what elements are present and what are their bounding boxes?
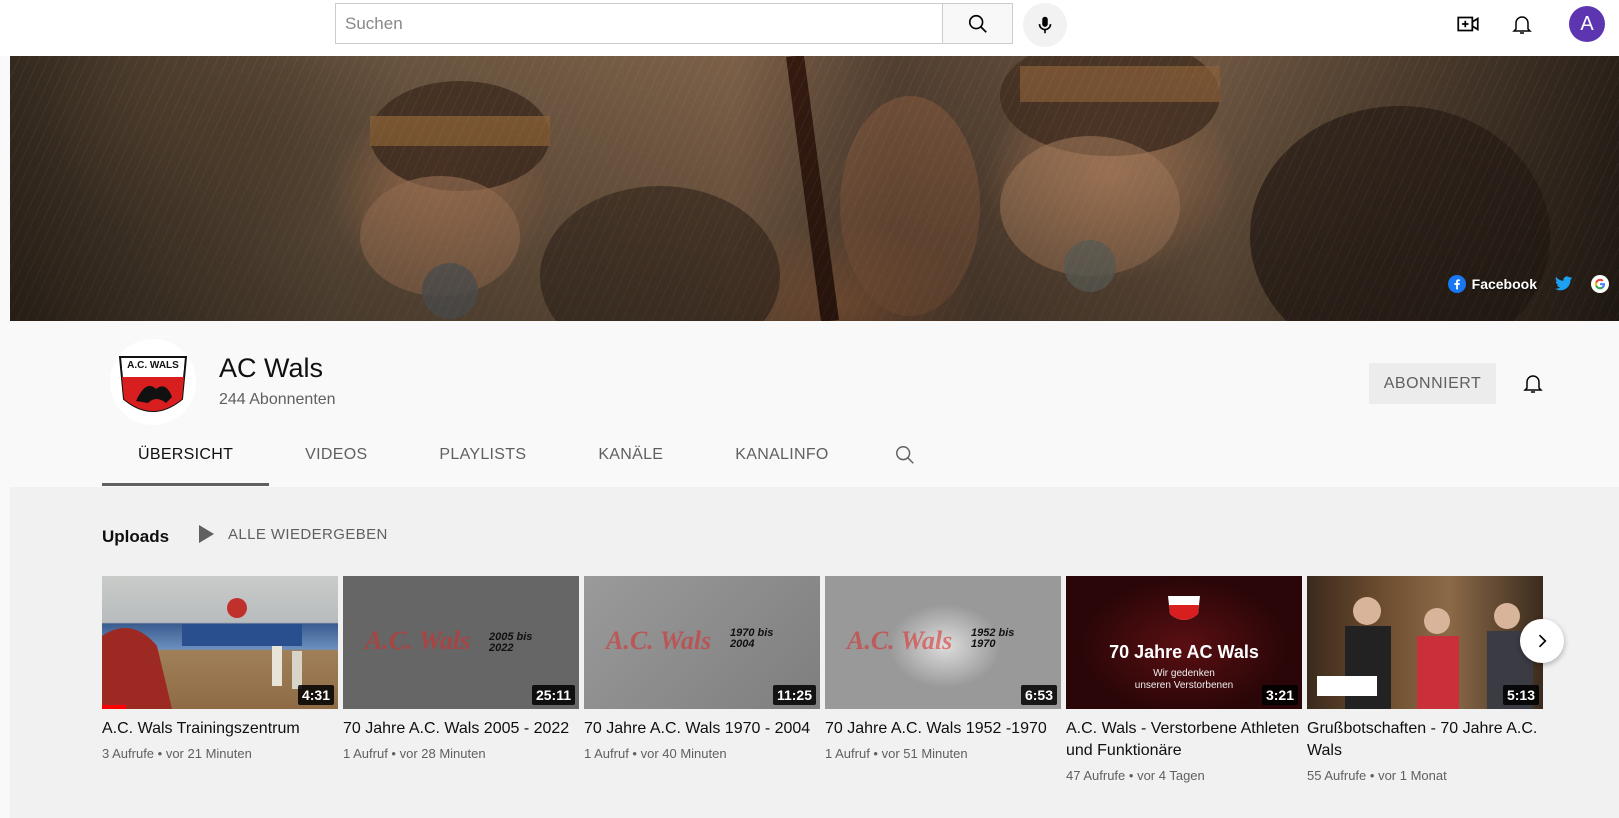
video-title[interactable]: A.C. Wals - Verstorbene Athleten und Fun…: [1066, 718, 1302, 762]
video-duration: 11:25: [772, 685, 816, 705]
thumbnail-logo-text: A.C. Wals: [365, 626, 471, 655]
bell-icon: [1512, 16, 1532, 34]
upload-age: vor 40 Minuten: [640, 746, 727, 761]
channel-avatar[interactable]: A.C. WALS: [110, 339, 196, 425]
search-box: [335, 3, 942, 44]
tab-channels[interactable]: KANÄLE: [562, 427, 699, 483]
thumbnail-logo-text: A.C. Wals: [847, 626, 953, 655]
play-all-button[interactable]: ALLE WIEDERGEBEN: [198, 525, 388, 543]
video-title[interactable]: 70 Jahre A.C. Wals 1970 - 2004: [584, 718, 820, 740]
view-count: 47 Aufrufe: [1066, 768, 1126, 783]
view-count: 1 Aufruf: [825, 746, 870, 761]
subscribed-button[interactable]: ABONNIERT: [1369, 363, 1496, 404]
notifications-button[interactable]: [1504, 6, 1540, 42]
video-duration: 6:53: [1020, 685, 1057, 705]
tab-videos[interactable]: VIDEOS: [269, 427, 403, 483]
video-meta: 1 Aufruf • vor 40 Minuten: [584, 746, 727, 761]
club-crest-icon: [1168, 596, 1200, 620]
club-crest-icon: A.C. WALS: [118, 356, 188, 412]
video-duration: 4:31: [297, 685, 334, 705]
thumbnail-years-text: 2005 bis 2022: [489, 631, 533, 654]
video-title[interactable]: Grußbotschaften - 70 Jahre A.C. Wals: [1307, 718, 1543, 762]
play-icon: [199, 525, 214, 543]
banner-link-twitter[interactable]: [1555, 276, 1573, 292]
video-camera-plus-icon: [1457, 16, 1479, 32]
tab-overview[interactable]: ÜBERSICHT: [102, 427, 270, 486]
video-meta: 55 Aufrufe • vor 1 Monat: [1307, 768, 1447, 783]
account-avatar[interactable]: A: [1569, 6, 1605, 42]
bell-icon: [1523, 375, 1543, 393]
video-title[interactable]: 70 Jahre A.C. Wals 1952 -1970: [825, 718, 1061, 740]
video-card: 70 Jahre AC Wals Wir gedenken unseren Ve…: [1066, 576, 1302, 783]
video-title[interactable]: 70 Jahre A.C. Wals 2005 - 2022: [343, 718, 579, 740]
search-button[interactable]: [942, 3, 1013, 44]
channel-search-button[interactable]: [885, 427, 925, 483]
thumbnail-logo-text: A.C. Wals: [606, 626, 712, 655]
view-count: 55 Aufrufe: [1307, 768, 1367, 783]
video-meta: 3 Aufrufe • vor 21 Minuten: [102, 746, 252, 761]
search-icon: [895, 446, 914, 464]
watch-progress-bar: [102, 705, 126, 709]
video-card: 5:13 Grußbotschaften - 70 Jahre A.C. Wal…: [1307, 576, 1543, 783]
video-thumbnail[interactable]: A.C. Wals 1970 bis 2004 11:25: [584, 576, 820, 709]
subscriber-count: 244 Abonnenten: [219, 391, 336, 408]
video-duration: 3:21: [1261, 685, 1298, 705]
channel-banner: Facebook: [10, 56, 1619, 321]
banner-link-label: Facebook: [1471, 276, 1537, 292]
video-meta: 1 Aufruf • vor 51 Minuten: [825, 746, 968, 761]
create-video-button[interactable]: [1450, 6, 1486, 42]
video-card: A.C. Wals 1970 bis 2004 11:25 70 Jahre A…: [584, 576, 820, 761]
channel-content: Uploads ALLE WIEDERGEBEN 4:31 A.C. Wals …: [10, 487, 1619, 818]
voice-search-button[interactable]: [1023, 3, 1067, 47]
video-meta: 47 Aufrufe • vor 4 Tagen: [1066, 768, 1205, 783]
video-meta: 1 Aufruf • vor 28 Minuten: [343, 746, 486, 761]
video-thumbnail[interactable]: 5:13: [1307, 576, 1543, 709]
shelf-next-button[interactable]: [1520, 619, 1564, 663]
video-duration: 5:13: [1502, 685, 1539, 705]
banner-links: Facebook: [1447, 275, 1609, 293]
channel-notification-button[interactable]: [1515, 365, 1551, 401]
upload-age: vor 28 Minuten: [399, 746, 486, 761]
video-title[interactable]: A.C. Wals Trainingszentrum: [102, 718, 338, 740]
video-card: 4:31 A.C. Wals Trainingszentrum 3 Aufruf…: [102, 576, 338, 761]
upload-age: vor 51 Minuten: [881, 746, 968, 761]
tab-playlists[interactable]: PLAYLISTS: [403, 427, 562, 483]
upload-age: vor 21 Minuten: [165, 746, 252, 761]
facebook-icon: [1447, 275, 1466, 293]
view-count: 1 Aufruf: [343, 746, 388, 761]
banner-link-facebook[interactable]: Facebook: [1447, 275, 1537, 293]
play-all-label: ALLE WIEDERGEBEN: [228, 525, 388, 543]
twitter-icon: [1555, 276, 1573, 291]
masthead: A: [0, 0, 1619, 56]
channel-tabs: ÜBERSICHT VIDEOS PLAYLISTS KANÄLE KANALI…: [102, 427, 925, 486]
thumbnail-years-text: 1952 bis 1970: [971, 627, 1015, 650]
thumbnail-subline: Wir gedenken unseren Verstorbenen: [1134, 668, 1234, 691]
video-thumbnail[interactable]: A.C. Wals 2005 bis 2022 25:11: [343, 576, 579, 709]
channel-header: A.C. WALS AC Wals 244 Abonnenten ABONNIE…: [10, 321, 1619, 486]
banner-shade: [10, 56, 1619, 321]
google-icon: [1591, 275, 1609, 293]
upload-age: vor 1 Monat: [1378, 768, 1447, 783]
upload-age: vor 4 Tagen: [1137, 768, 1205, 783]
banner-link-google[interactable]: [1591, 275, 1609, 293]
shelf-title: Uploads: [102, 527, 170, 546]
crest-lettering: A.C. WALS: [127, 360, 179, 371]
chevron-right-icon: [1538, 634, 1547, 648]
video-card: A.C. Wals 1952 bis 1970 6:53 70 Jahre A.…: [825, 576, 1061, 761]
view-count: 1 Aufruf: [584, 746, 629, 761]
thumbnail-years-text: 1970 bis 2004: [730, 627, 774, 650]
video-thumbnail[interactable]: A.C. Wals 1952 bis 1970 6:53: [825, 576, 1061, 709]
search-icon: [968, 14, 987, 33]
view-count: 3 Aufrufe: [102, 746, 155, 761]
channel-name: AC Wals: [219, 353, 324, 383]
search-input[interactable]: [336, 4, 942, 43]
video-card: A.C. Wals 2005 bis 2022 25:11 70 Jahre A…: [343, 576, 579, 761]
microphone-icon: [1038, 16, 1052, 34]
thumbnail-headline: 70 Jahre AC Wals: [1109, 642, 1259, 662]
video-duration: 25:11: [531, 685, 575, 705]
video-thumbnail[interactable]: 4:31: [102, 576, 338, 709]
tab-about[interactable]: KANALINFO: [699, 427, 864, 483]
video-thumbnail[interactable]: 70 Jahre AC Wals Wir gedenken unseren Ve…: [1066, 576, 1302, 709]
